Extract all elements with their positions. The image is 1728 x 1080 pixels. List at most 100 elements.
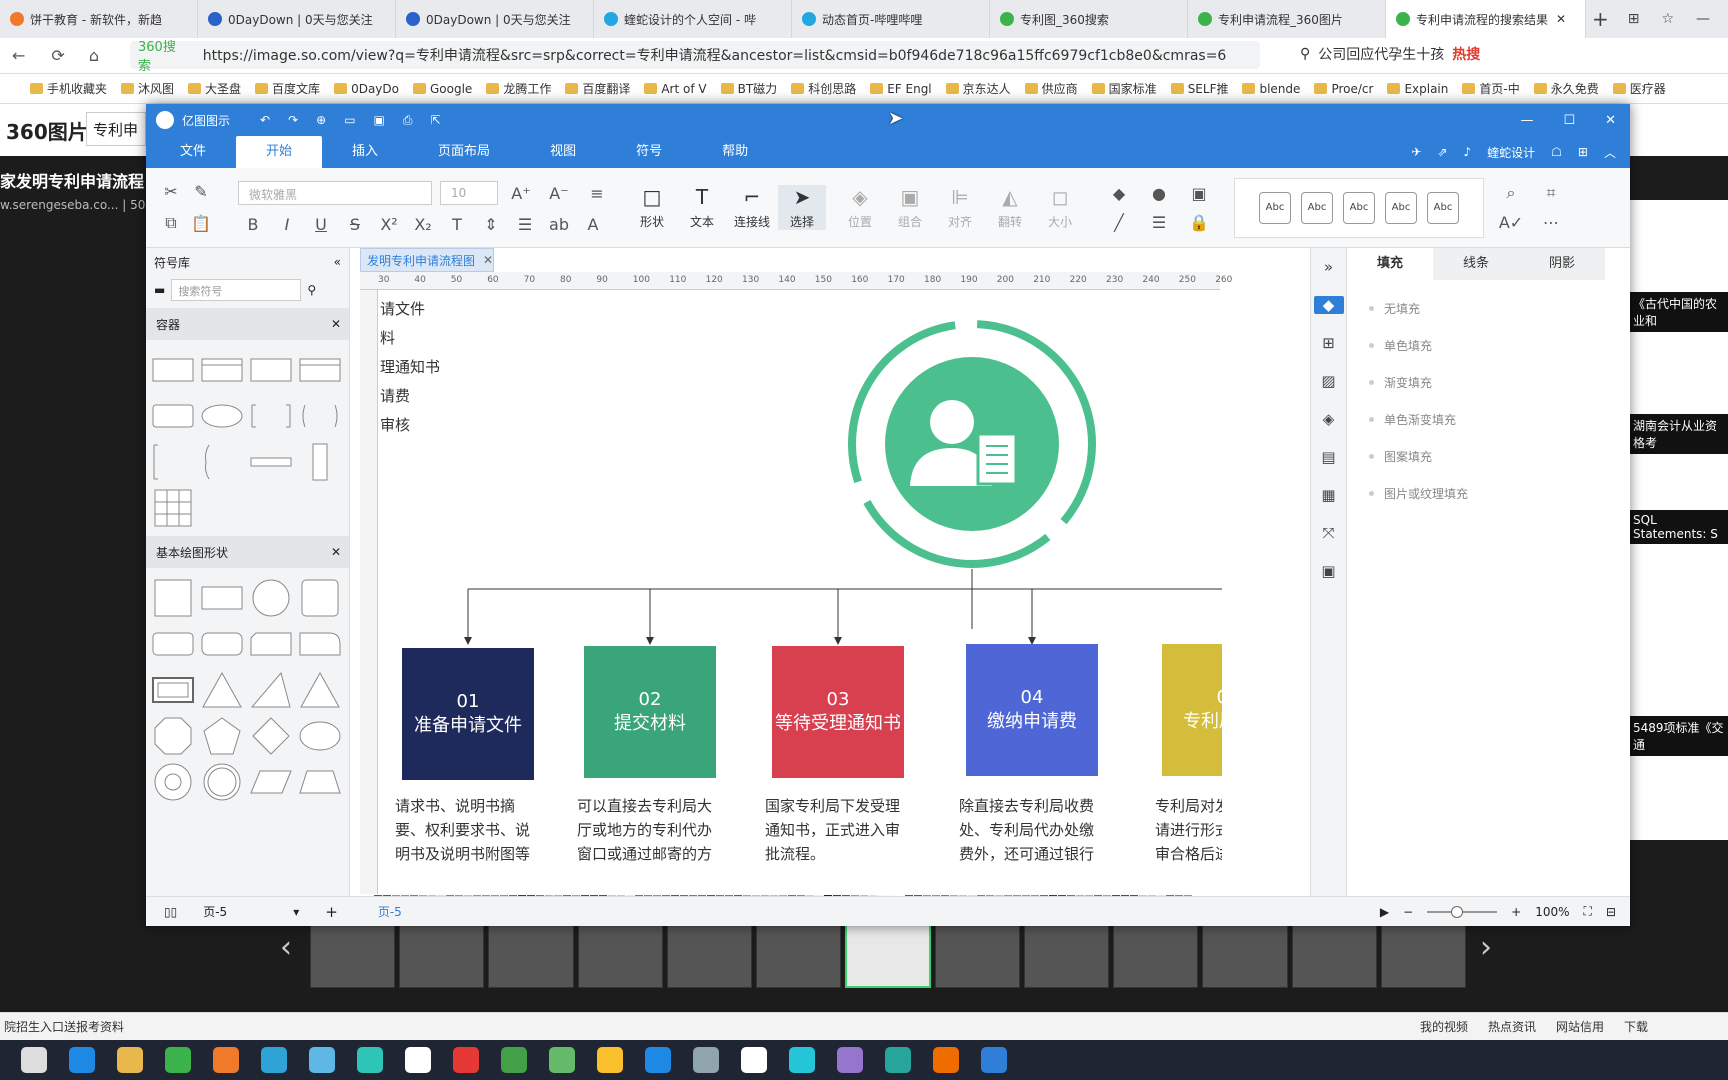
underline-icon[interactable]: U [306, 215, 336, 234]
taskbar-app-icon[interactable] [261, 1047, 287, 1073]
bookmark-item[interactable]: 科创思路 [791, 80, 856, 97]
add-page-icon[interactable]: + [325, 903, 338, 921]
crop-icon[interactable]: ⌗ [1536, 183, 1566, 203]
menu-3[interactable]: 页面布局 [408, 136, 520, 168]
status-my-videos[interactable]: 我的视频 [1420, 1018, 1468, 1035]
taskbar-app-icon[interactable] [693, 1047, 719, 1073]
open-file-icon[interactable]: ▭ [344, 113, 355, 127]
data-panel-icon[interactable]: ▦ [1321, 486, 1335, 504]
round-corner-shape[interactable] [299, 624, 341, 664]
thumbnail-image[interactable] [666, 924, 753, 988]
browser-tab[interactable]: 蝰蛇设计的个人空间 - 哔 [594, 0, 792, 38]
thumbnail-image[interactable] [1202, 924, 1288, 988]
close-section-icon[interactable]: ✕ [331, 545, 341, 559]
fill-icon[interactable]: ◆ [1104, 184, 1134, 203]
taskbar-app-icon[interactable] [309, 1047, 335, 1073]
step-description[interactable]: 专利局对发明专利申请进行形式审查，初审合格后进入实质审查 [1155, 794, 1222, 866]
window-minimize-icon[interactable]: — [1520, 113, 1533, 128]
bookmark-item[interactable]: 国家标准 [1091, 80, 1157, 97]
taskbar-app-icon[interactable] [933, 1047, 959, 1073]
bookmark-item[interactable]: Explain [1387, 82, 1448, 96]
square-shape[interactable] [152, 578, 194, 618]
container-shape[interactable] [250, 442, 292, 482]
image-panel-icon[interactable]: ▨ [1321, 372, 1335, 390]
bookmark-item[interactable]: 首页-中 [1462, 80, 1520, 97]
align-icon[interactable]: ≡ [582, 184, 612, 203]
bell-icon[interactable]: ♪ [1463, 145, 1471, 159]
subscript-icon[interactable]: X₂ [408, 215, 438, 234]
fill-option[interactable]: 无填充 [1347, 290, 1630, 327]
frame-shape[interactable] [152, 670, 194, 710]
rounded-rect-shape[interactable] [201, 624, 243, 664]
fill-option[interactable]: 图片或纹理填充 [1347, 475, 1630, 512]
window-close-icon[interactable]: ✕ [1605, 113, 1616, 128]
page-view-icon[interactable]: ▯▯ [164, 905, 177, 919]
bookmark-item[interactable]: 百度文库 [255, 80, 320, 97]
step-box-4[interactable]: 04 缴纳申请费 [966, 644, 1098, 776]
site-search-input[interactable]: 专利申 [86, 112, 146, 146]
taskbar-app-icon[interactable] [597, 1047, 623, 1073]
taskbar-app-icon[interactable] [501, 1047, 527, 1073]
spell-icon[interactable]: A✓ [1496, 213, 1526, 232]
taskbar-app-icon[interactable] [789, 1047, 815, 1073]
page-dropdown-icon[interactable]: ▾ [293, 905, 299, 919]
menu-0[interactable]: 文件 [150, 136, 236, 168]
find-icon[interactable]: ⌕ [1496, 183, 1526, 203]
ring-shape[interactable] [152, 762, 194, 802]
status-download[interactable]: 下载 [1624, 1018, 1648, 1035]
container-shape[interactable] [201, 442, 243, 482]
thumbnail-image[interactable] [756, 924, 842, 988]
fit-page-icon[interactable]: ⛶ [1584, 904, 1592, 919]
bookmark-item[interactable]: Google [412, 82, 472, 96]
bookmark-item[interactable]: BT磁力 [720, 80, 777, 97]
container-shape[interactable] [152, 396, 194, 436]
menu-2[interactable]: 插入 [322, 136, 408, 168]
font-color-icon[interactable]: A [578, 215, 608, 234]
step-box-5[interactable]: 05专利局审核 [1162, 644, 1222, 776]
related-label[interactable]: 湖南会计从业资格考 [1630, 414, 1728, 454]
browser-tab[interactable]: 动态首页-哔哩哔哩 [792, 0, 990, 38]
prop-tab-0[interactable]: 填充 [1347, 248, 1433, 280]
rounded-square-shape[interactable] [299, 578, 341, 618]
parallelogram-shape[interactable] [250, 762, 292, 802]
user-name[interactable]: 蝰蛇设计 [1487, 144, 1535, 161]
step-description[interactable]: 除直接去专利局收费处、专利局代办处缴费外，还可通过银行 [959, 794, 1105, 866]
menu-4[interactable]: 视图 [520, 136, 606, 168]
pentagon-shape[interactable] [201, 716, 243, 756]
section-container[interactable]: 容器 ✕ [146, 308, 349, 340]
collapse-ribbon-icon[interactable]: ︿ [1604, 144, 1616, 161]
cut-icon[interactable]: ✂ [156, 182, 186, 201]
shadow-icon[interactable]: ▣ [1184, 184, 1214, 203]
bookmark-item[interactable]: 百度翻译 [565, 80, 630, 97]
browser-tab[interactable]: 饼干教育 - 新软件，新趋 [0, 0, 198, 38]
grid-panel-icon[interactable]: ⊞ [1322, 334, 1335, 352]
redo-icon[interactable]: ↷ [288, 113, 298, 127]
document-tab[interactable]: 发明专利申请流程图 ✕ [360, 248, 494, 272]
taskbar-app-icon[interactable] [549, 1047, 575, 1073]
container-shape[interactable] [250, 396, 292, 436]
right-triangle-shape[interactable] [250, 670, 292, 710]
bullets-icon[interactable]: ☰ [510, 215, 540, 234]
bookmark-item[interactable]: 手机收藏夹 [30, 80, 107, 97]
window-maximize-icon[interactable]: ☐ [1563, 113, 1575, 128]
fill-panel-icon[interactable]: ◆ [1313, 296, 1344, 314]
reload-icon[interactable]: ⟳ [51, 46, 64, 65]
taskbar-app-icon[interactable] [357, 1047, 383, 1073]
browser-tab[interactable]: 专利申请流程的搜索结果 ✕ [1386, 0, 1586, 38]
lock-icon[interactable]: 🔒 [1184, 213, 1214, 232]
step-description[interactable]: 可以直接去专利局大厅或地方的专利代办窗口或通过邮寄的方式 [577, 794, 723, 866]
bold-icon[interactable]: B [238, 215, 268, 234]
line-color-icon[interactable]: ╱ [1104, 213, 1134, 232]
new-tab-icon[interactable]: + [1592, 7, 1609, 31]
page-select[interactable]: 页-5 [203, 903, 283, 920]
new-file-icon[interactable]: ⊕ [316, 113, 326, 127]
bookmark-item[interactable]: EF Engl [870, 82, 932, 96]
result-title[interactable]: 家发明专利申请流程 [0, 168, 144, 192]
home-icon[interactable]: ⌂ [89, 46, 99, 65]
prop-tab-1[interactable]: 线条 [1433, 248, 1519, 280]
superscript-icon[interactable]: X² [374, 215, 404, 234]
bookmark-item[interactable]: 京东达人 [945, 80, 1011, 97]
step-description[interactable]: 请求书、说明书摘要、权利要求书、说明书及说明书附图等 [395, 794, 541, 866]
fill-option[interactable]: 渐变填充 [1347, 364, 1630, 401]
url-field[interactable]: 360搜索 https://image.so.com/view?q=专利申请流程… [130, 40, 1260, 74]
